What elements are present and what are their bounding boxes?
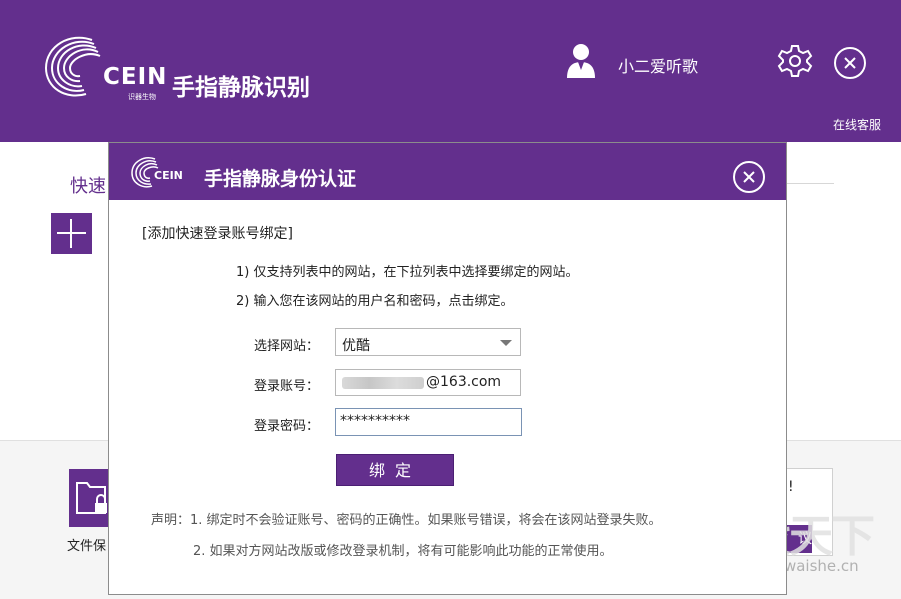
instruction-1: 1) 仅支持列表中的网站，在下拉列表中选择要绑定的网站。	[236, 265, 579, 280]
instruction-2: 2) 输入您在该网站的用户名和密码，点击绑定。	[236, 294, 514, 309]
gear-icon[interactable]	[777, 43, 813, 79]
site-select-value: 优酷	[342, 338, 370, 354]
password-value: **********	[340, 413, 410, 429]
right-card-text: !	[788, 479, 794, 495]
bind-button[interactable]: 绑定	[336, 454, 454, 486]
quick-login-label: 快速	[70, 176, 106, 197]
dialog-close-icon[interactable]	[732, 160, 766, 194]
account-label: 登录账号：	[254, 379, 320, 394]
disclaimer-2: 2. 如果对方网站改版或修改登录机制，将有可能影响此功能的正常使用。	[193, 544, 613, 559]
blurred-username	[342, 377, 424, 389]
identity-auth-dialog: CEIN 手指静脉身份认证 [添加快速登录账号绑定] 1) 仅支持列表中的网站，…	[108, 142, 787, 595]
password-input[interactable]: **********	[335, 408, 522, 436]
disclaimer-1: 声明：1. 绑定时不会验证账号、密码的正确性。如果账号错误，将会在该网站登录失败…	[151, 513, 662, 528]
logo-text: CEIN	[103, 64, 168, 90]
online-service-link[interactable]: 在线客服	[833, 116, 881, 133]
dialog-header: CEIN 手指静脉身份认证	[109, 143, 786, 200]
account-domain: @163.com	[426, 374, 502, 390]
logo-subtext: 识器生物	[128, 93, 156, 101]
site-select[interactable]: 优酷	[335, 328, 521, 356]
site-label: 选择网站：	[254, 339, 320, 354]
file-protect-label: 文件保	[67, 539, 107, 554]
file-lock-icon[interactable]	[69, 469, 113, 527]
close-icon[interactable]	[833, 46, 867, 80]
app-title: 手指静脉识别	[172, 75, 310, 101]
app-header: CEIN 识器生物 手指静脉识别 小二爱听歌 在线客服	[0, 0, 901, 142]
dialog-logo-text: CEIN	[154, 169, 183, 182]
chevron-down-icon	[500, 340, 512, 346]
password-label: 登录密码：	[254, 419, 320, 434]
user-avatar-icon[interactable]	[566, 42, 596, 78]
account-input[interactable]: @163.com	[335, 369, 521, 396]
add-account-button[interactable]	[51, 213, 92, 254]
folder-lock-icon	[76, 482, 107, 514]
cein-logo-icon	[44, 36, 101, 97]
section-title: [添加快速登录账号绑定]	[142, 226, 293, 242]
user-name[interactable]: 小二爱听歌	[618, 53, 698, 77]
plus-icon-vertical	[70, 219, 72, 248]
dialog-title: 手指静脉身份认证	[204, 168, 357, 190]
